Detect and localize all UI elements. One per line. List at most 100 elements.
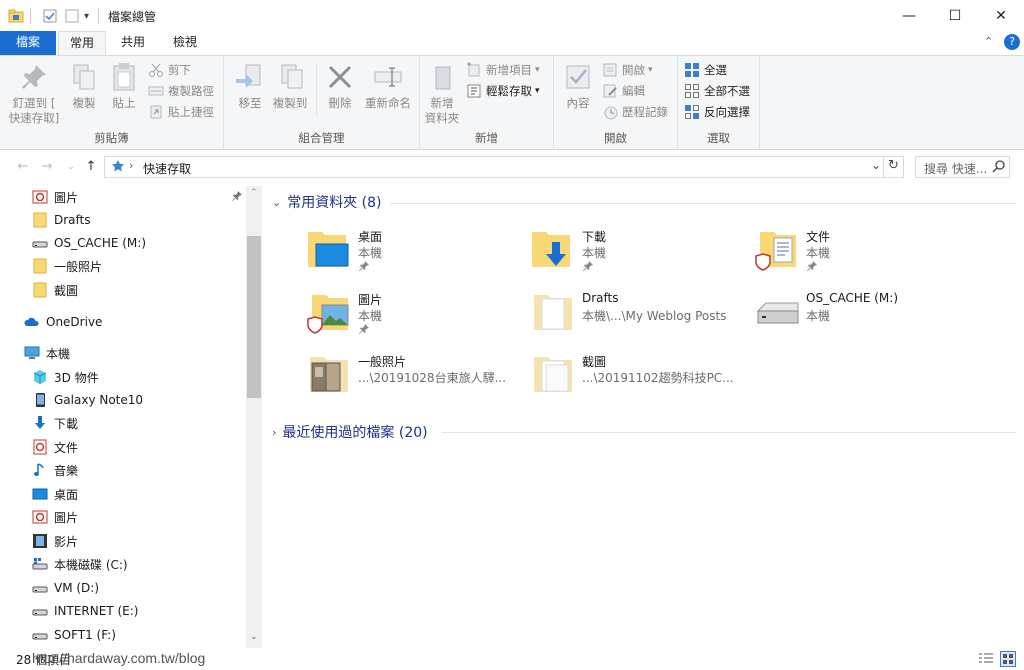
nav-item-os-cache[interactable]: OS_CACHE (M:)	[32, 232, 146, 254]
properties-button[interactable]: 內容	[558, 61, 598, 111]
nav-item-documents[interactable]: 文件	[32, 436, 78, 458]
nav-item-music[interactable]: 音樂	[32, 459, 78, 481]
qat-properties-icon[interactable]	[42, 7, 58, 25]
new-folder-label-line1: 新增	[430, 96, 454, 110]
nav-item-onedrive[interactable]: OneDrive	[24, 311, 102, 333]
tab-file[interactable]: 檔案	[0, 31, 56, 55]
edit-button[interactable]: 編輯	[602, 81, 645, 101]
paste-button[interactable]: 貼上	[104, 61, 144, 111]
close-button[interactable]: ✕	[978, 0, 1024, 31]
tile-location: 本機	[358, 309, 383, 323]
tab-view[interactable]: 檢視	[162, 31, 208, 55]
scroll-down-icon[interactable]: ⌄	[250, 632, 258, 642]
documents-icon	[32, 439, 48, 455]
tile-downloads[interactable]: 下載 本機	[530, 226, 750, 282]
qat-new-folder-icon[interactable]	[64, 7, 80, 25]
nav-item-general-photos[interactable]: 一般照片	[32, 255, 102, 277]
nav-item-vm-d[interactable]: VM (D:)	[32, 577, 99, 599]
recent-files-header[interactable]: › 最近使用過的檔案 (20)	[272, 421, 428, 443]
nav-item-soft1-f[interactable]: SOFT1 (F:)	[32, 624, 116, 646]
nav-item-drafts[interactable]: Drafts	[32, 209, 91, 231]
tab-share[interactable]: 共用	[110, 31, 156, 55]
new-item-button[interactable]: 新增項目 ▾	[466, 60, 540, 80]
search-input[interactable]: 搜尋 快速...	[915, 156, 1010, 178]
chevron-down-icon: ▾	[648, 65, 653, 75]
copy-to-label: 複製到	[272, 96, 308, 110]
paste-label: 貼上	[112, 96, 136, 110]
tile-general-photos[interactable]: 一般照片 ...\20191028台東旅人驛...	[306, 351, 526, 407]
new-folder-button[interactable]: 新增 資料夾	[422, 61, 462, 126]
easy-access-button[interactable]: 輕鬆存取 ▾	[466, 81, 540, 101]
copy-button[interactable]: 複製	[64, 61, 104, 111]
invert-selection-button[interactable]: 反向選擇	[684, 102, 750, 122]
maximize-button[interactable]: ☐	[932, 0, 978, 31]
nav-item-downloads[interactable]: 下載	[32, 412, 78, 434]
pin-icon	[358, 260, 370, 272]
nav-pane-scrollbar[interactable]: ⌃ ⌄	[246, 186, 262, 648]
invert-selection-icon	[684, 104, 700, 120]
rename-button[interactable]: 重新命名	[360, 61, 416, 111]
tile-pictures[interactable]: 圖片 本機	[306, 289, 526, 345]
qat-separator	[98, 7, 99, 25]
paste-shortcut-button[interactable]: 貼上捷徑	[148, 102, 214, 122]
paste-shortcut-label: 貼上捷徑	[168, 105, 214, 119]
nav-item-this-pc[interactable]: 本機	[24, 342, 70, 364]
tile-screenshots[interactable]: 截圖 ...\20191102趨勢科技PC...	[530, 351, 750, 407]
app-icon[interactable]	[8, 7, 24, 25]
collapse-ribbon-icon[interactable]: ⌃	[984, 35, 993, 48]
nav-item-pictures[interactable]: 圖片	[32, 186, 78, 208]
up-arrow-icon[interactable]: ↑	[82, 158, 100, 176]
back-arrow-icon[interactable]: ←	[14, 158, 32, 176]
frequent-folders-header[interactable]: ⌄ 常用資料夾 (8)	[272, 191, 382, 213]
tile-drafts[interactable]: Drafts 本機\...\My Weblog Posts	[530, 289, 750, 345]
nav-item-screenshots[interactable]: 截圖	[32, 279, 78, 301]
help-icon[interactable]: ?	[1004, 34, 1020, 50]
pin-icon[interactable]	[231, 190, 243, 202]
nav-item-3d-objects[interactable]: 3D 物件	[32, 366, 99, 388]
recent-locations-chevron-icon[interactable]: ⌄	[62, 158, 80, 176]
tile-os-cache[interactable]: OS_CACHE (M:) 本機	[754, 289, 974, 345]
address-dropdown-icon[interactable]: ⌄	[871, 158, 881, 172]
forward-arrow-icon[interactable]: →	[38, 158, 56, 176]
move-to-button[interactable]: 移至	[230, 61, 270, 111]
qat-customize-icon[interactable]: ▾	[84, 7, 89, 25]
minimize-button[interactable]: —	[886, 0, 932, 31]
select-none-button[interactable]: 全部不選	[684, 81, 750, 101]
pictures-icon	[32, 189, 48, 205]
breadcrumb-path[interactable]: 快速存取	[143, 160, 191, 177]
select-none-label: 全部不選	[704, 84, 750, 98]
nav-item-desktop[interactable]: 桌面	[32, 483, 78, 505]
clipboard-group-label: 剪貼簿	[94, 131, 129, 145]
details-view-icon[interactable]	[978, 651, 994, 667]
nav-item-pictures-2[interactable]: 圖片	[32, 506, 78, 528]
history-button[interactable]: 歷程記錄	[602, 102, 668, 122]
nav-item-galaxy-note10[interactable]: Galaxy Note10	[32, 389, 143, 411]
large-icons-view-icon[interactable]	[1000, 651, 1016, 667]
select-all-button[interactable]: 全選	[684, 60, 727, 80]
new-item-label: 新增項目	[486, 63, 532, 77]
scrollbar-thumb[interactable]	[247, 236, 261, 398]
cut-button[interactable]: 剪下	[148, 60, 191, 80]
paste-icon	[108, 61, 140, 93]
3d-objects-icon	[32, 369, 48, 385]
nav-item-videos[interactable]: 影片	[32, 530, 78, 552]
nav-item-internet-e[interactable]: INTERNET (E:)	[32, 600, 138, 622]
copy-to-button[interactable]: 複製到	[270, 61, 310, 111]
address-bar[interactable]: › 快速存取 ⌄ ↻	[104, 156, 904, 178]
refresh-icon[interactable]: ↻	[888, 158, 899, 173]
tab-home[interactable]: 常用	[58, 31, 106, 55]
open-button[interactable]: 開啟 ▾	[602, 60, 653, 80]
documents-folder-icon	[754, 226, 802, 274]
select-all-icon	[684, 62, 700, 78]
nav-item-label: OneDrive	[46, 315, 103, 329]
scroll-up-icon[interactable]: ⌃	[250, 188, 258, 198]
nav-item-local-disk-c[interactable]: 本機磁碟 (C:)	[32, 553, 128, 575]
tile-documents[interactable]: 文件 本機	[754, 226, 974, 282]
copy-path-button[interactable]: 複製路徑	[148, 81, 214, 101]
nav-item-label: 下載	[54, 416, 79, 431]
tile-desktop[interactable]: 桌面 本機	[306, 226, 526, 282]
delete-button[interactable]: 刪除	[320, 61, 360, 111]
watermark: http://hardaway.com.tw/blog	[32, 650, 206, 666]
edit-label: 編輯	[622, 84, 645, 98]
pin-quick-access-button[interactable]: 釘選到 [ 快速存取]	[4, 61, 64, 126]
